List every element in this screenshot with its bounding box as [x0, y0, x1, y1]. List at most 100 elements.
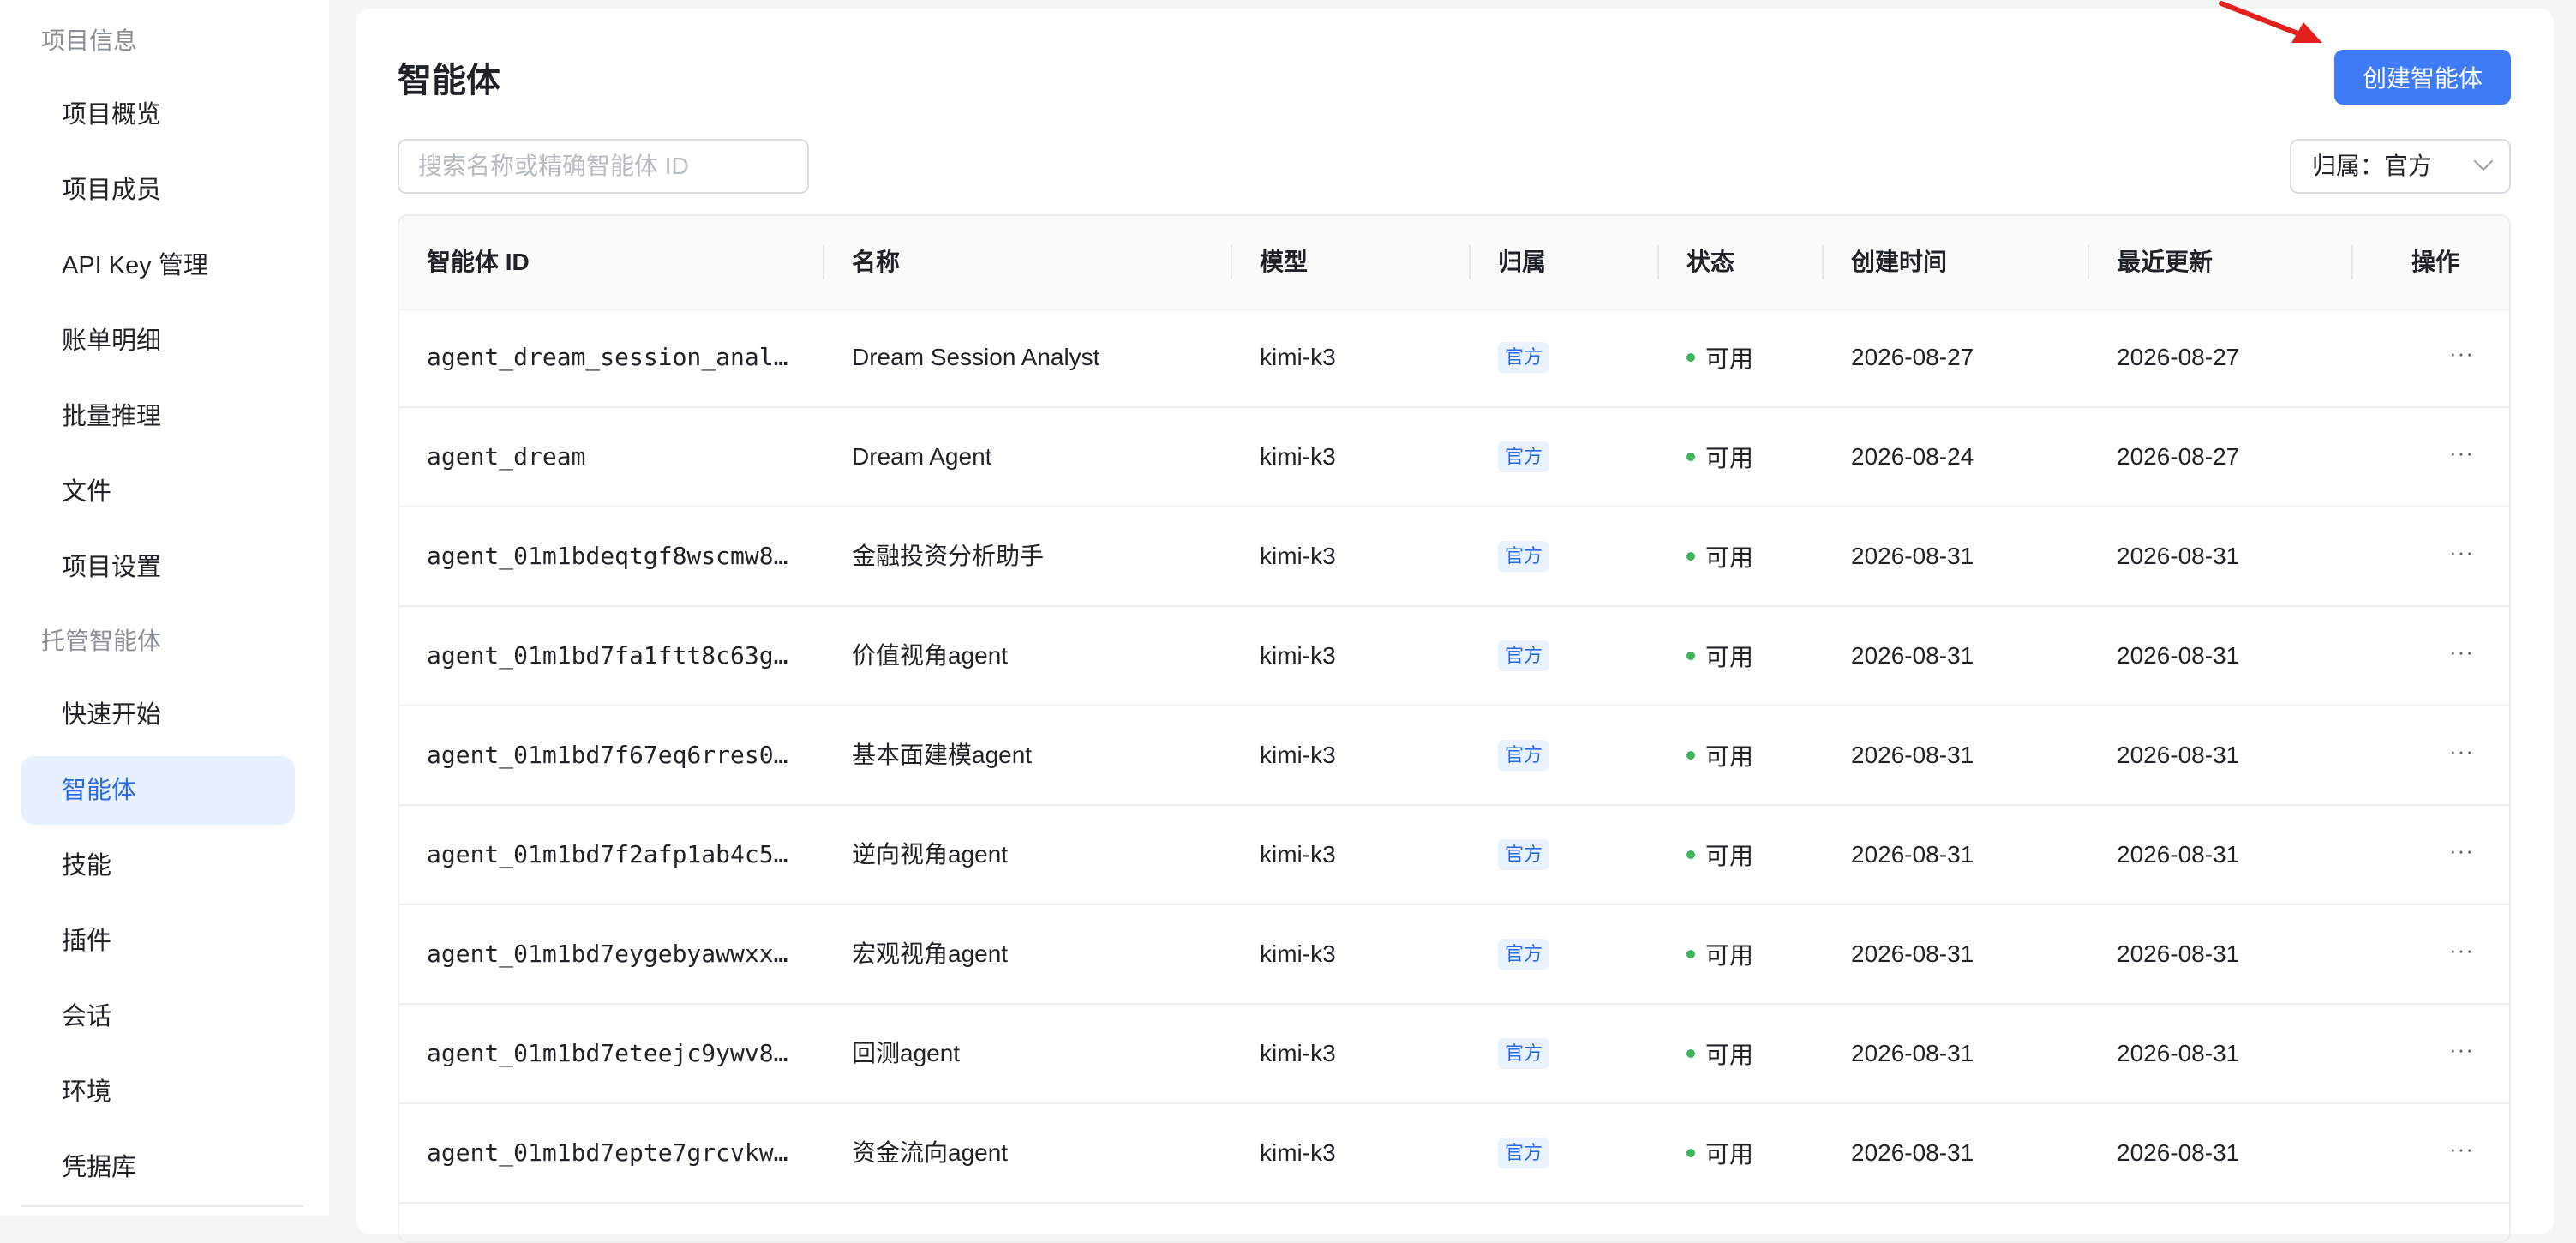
owner-tag: 官方: [1498, 342, 1550, 373]
sidebar-item-project-overview[interactable]: 项目概览: [21, 81, 295, 149]
more-icon[interactable]: ···: [2449, 408, 2474, 506]
sidebar-item-files[interactable]: 文件: [21, 458, 295, 526]
status-text: 可用: [1705, 1042, 1754, 1068]
cell-agent-name[interactable]: 价值视角agent: [852, 607, 1008, 705]
cell-updated: 2026-08-31: [2117, 543, 2240, 569]
more-icon[interactable]: ···: [2449, 1005, 2474, 1102]
owner-tag: 官方: [1498, 441, 1550, 472]
cell-agent-id: agent_01m1bdeqtgf8wscmw8…: [427, 542, 788, 570]
table-row[interactable]: agent_01m1bd7eygebyawwxx… 宏观视角agent kimi…: [399, 905, 2509, 1005]
status-dot-icon: [1686, 950, 1695, 958]
sidebar-divider: [21, 1205, 303, 1207]
status-dot-icon: [1686, 652, 1695, 660]
cell-model: kimi-k3: [1260, 1040, 1336, 1066]
status-text: 可用: [1705, 942, 1754, 969]
search-input[interactable]: [398, 139, 809, 194]
table-row[interactable]: agent_dream_session_anal… Dream Session …: [399, 309, 2509, 408]
cell-agent-name[interactable]: 逆向视角agent: [852, 806, 1008, 904]
cell-agent-id: agent_01m1bd7f67eq6rres0…: [427, 741, 788, 769]
cell-created: 2026-08-31: [1851, 543, 1974, 569]
owner-filter-select[interactable]: 归属：官方: [2290, 139, 2511, 194]
cell-updated: 2026-08-27: [2117, 344, 2240, 370]
cell-created: 2026-08-31: [1851, 742, 1974, 768]
owner-tag: 官方: [1498, 541, 1550, 572]
table-row[interactable]: agent_dream Dream Agent kimi-k3 官方 可用 20…: [399, 408, 2509, 507]
more-icon[interactable]: ···: [2449, 507, 2474, 605]
cell-created: 2026-08-31: [1851, 1040, 1974, 1066]
cell-agent-name[interactable]: 回测agent: [852, 1005, 960, 1102]
column-separator: [1469, 245, 1471, 279]
cell-updated: 2026-08-31: [2117, 1040, 2240, 1066]
status-badge: 可用: [1686, 1104, 1753, 1202]
table-header: 智能体 ID 名称 模型 归属 状态 创建时间 最近更新 操作: [399, 216, 2509, 310]
sidebar-item-agents[interactable]: 智能体: [21, 756, 295, 825]
sidebar-item-batch-inference[interactable]: 批量推理: [21, 382, 295, 451]
status-badge: 可用: [1686, 806, 1753, 904]
status-text: 可用: [1705, 1141, 1754, 1168]
cell-agent-name[interactable]: 金融投资分析助手: [852, 507, 1044, 605]
sidebar-item-credentials[interactable]: 凭据库: [21, 1133, 295, 1202]
cell-updated: 2026-08-31: [2117, 1139, 2240, 1166]
table-row[interactable]: agent_01m1bd7f2afp1ab4c5… 逆向视角agent kimi…: [399, 806, 2509, 905]
cell-model: kimi-k3: [1260, 742, 1336, 768]
sidebar-item-plugins[interactable]: 插件: [21, 907, 295, 976]
cell-created: 2026-08-31: [1851, 841, 1974, 868]
agents-panel: 智能体 创建智能体 归属：官方 智能体 ID 名称 模型 归属 状态 创建时间 …: [356, 9, 2554, 1243]
owner-tag: 官方: [1498, 1138, 1550, 1168]
cell-agent-name[interactable]: 宏观视角agent: [852, 905, 1008, 1003]
sidebar-item-environments[interactable]: 环境: [21, 1058, 295, 1126]
cell-agent-id: agent_dream: [427, 442, 586, 471]
cell-updated: 2026-08-31: [2117, 940, 2240, 967]
cell-agent-id: agent_dream_session_anal…: [427, 343, 788, 371]
cell-created: 2026-08-31: [1851, 642, 1974, 669]
sidebar-item-sessions[interactable]: 会话: [21, 982, 295, 1051]
cell-updated: 2026-08-31: [2117, 841, 2240, 868]
owner-filter-label: 归属：官方: [2312, 153, 2433, 179]
table-row[interactable]: agent_01m1bd7eteejc9ywv8… 回测agent kimi-k…: [399, 1005, 2509, 1104]
table-row[interactable]: agent_01m1bd7epte7grcvkw… 资金流向agent kimi…: [399, 1104, 2509, 1204]
cell-agent-name[interactable]: 资金流向agent: [852, 1104, 1008, 1202]
more-icon[interactable]: ···: [2449, 309, 2474, 406]
cell-updated: 2026-08-27: [2117, 443, 2240, 470]
cell-model: kimi-k3: [1260, 443, 1336, 470]
more-icon[interactable]: ···: [2449, 1104, 2474, 1202]
column-separator: [823, 245, 824, 279]
column-header-created: 创建时间: [1851, 249, 1948, 275]
cell-agent-id: agent_01m1bd7fa1ftt8c63g…: [427, 641, 788, 670]
sidebar-item-quick-start[interactable]: 快速开始: [21, 681, 295, 749]
red-arrow-icon: [2219, 1, 2322, 43]
cell-agent-name[interactable]: Dream Session Analyst: [852, 309, 1099, 406]
sidebar-item-project-settings[interactable]: 项目设置: [21, 533, 295, 602]
table-row[interactable]: agent_01m1bd7f67eq6rres0… 基本面建模agent kim…: [399, 706, 2509, 806]
status-dot-icon: [1686, 353, 1695, 362]
more-icon[interactable]: ···: [2449, 607, 2474, 705]
sidebar-item-billing[interactable]: 账单明细: [21, 307, 295, 375]
status-badge: 可用: [1686, 607, 1753, 705]
sidebar: 项目信息 项目概览 项目成员 API Key 管理 账单明细 批量推理 文件 项…: [0, 0, 329, 1216]
create-agent-button[interactable]: 创建智能体: [2334, 50, 2511, 105]
sidebar-item-project-members[interactable]: 项目成员: [21, 156, 295, 225]
more-icon[interactable]: ···: [2449, 806, 2474, 904]
cell-created: 2026-08-31: [1851, 1139, 1974, 1166]
sidebar-group-hosted-agents: 托管智能体: [41, 628, 162, 654]
table-row[interactable]: agent_01m1bd7fa1ftt8c63g… 价值视角agent kimi…: [399, 607, 2509, 706]
status-text: 可用: [1705, 644, 1754, 670]
status-text: 可用: [1705, 843, 1754, 869]
sidebar-item-skills[interactable]: 技能: [21, 832, 295, 900]
column-header-actions: 操作: [2411, 249, 2460, 275]
status-badge: 可用: [1686, 706, 1753, 804]
sidebar-group-project-info: 项目信息: [41, 27, 138, 54]
column-header-owner: 归属: [1498, 249, 1547, 275]
more-icon[interactable]: ···: [2449, 706, 2474, 804]
column-header-model: 模型: [1260, 249, 1309, 275]
cell-agent-name[interactable]: Dream Agent: [852, 408, 991, 506]
owner-tag: 官方: [1498, 1038, 1550, 1069]
column-separator: [1231, 245, 1232, 279]
table-row[interactable]: agent_01m1bdeqtgf8wscmw8… 金融投资分析助手 kimi-…: [399, 507, 2509, 607]
chevron-down-icon: [2473, 151, 2494, 171]
sidebar-item-api-keys[interactable]: API Key 管理: [21, 231, 295, 300]
status-text: 可用: [1705, 445, 1754, 471]
cell-agent-name[interactable]: 基本面建模agent: [852, 706, 1032, 804]
more-icon[interactable]: ···: [2449, 905, 2474, 1003]
status-text: 可用: [1705, 544, 1754, 571]
